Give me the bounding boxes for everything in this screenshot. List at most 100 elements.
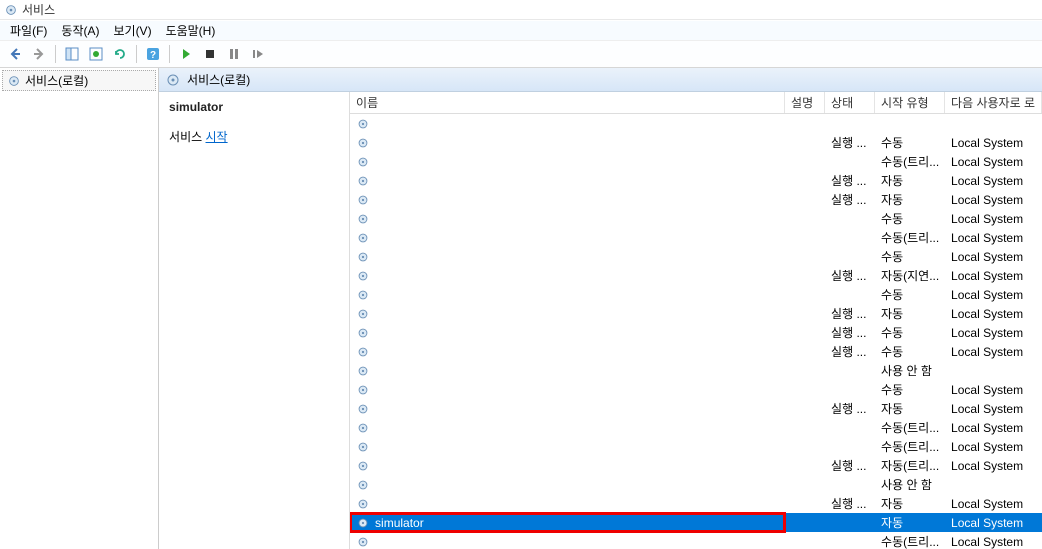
toolbar-start[interactable] (175, 43, 197, 65)
service-startup-cell: 자동 (875, 513, 945, 532)
service-logon-cell (945, 361, 1042, 380)
service-logon-cell: Local System (945, 304, 1042, 323)
tree-item-label: 서비스(로컬) (25, 72, 88, 89)
service-row[interactable]: 수동(트리...Local System (350, 437, 1042, 456)
service-desc-cell (785, 361, 825, 380)
service-status-cell: 실행 ... (825, 266, 875, 285)
service-desc-cell (785, 152, 825, 171)
service-status-cell (825, 209, 875, 228)
toolbar-refresh[interactable] (109, 43, 131, 65)
gear-icon (356, 117, 370, 131)
service-row[interactable]: 실행 ...자동(트리...Local System (350, 456, 1042, 475)
column-header-status[interactable]: 상태 (825, 92, 875, 113)
gear-icon (356, 459, 370, 473)
service-row[interactable] (350, 114, 1042, 133)
service-desc-cell (785, 285, 825, 304)
gear-icon (356, 174, 370, 188)
service-desc-cell (785, 418, 825, 437)
toolbar-forward[interactable] (28, 43, 50, 65)
service-logon-cell: Local System (945, 437, 1042, 456)
service-row[interactable]: 실행 ...자동Local System (350, 399, 1042, 418)
service-logon-cell: Local System (945, 418, 1042, 437)
gear-icon (356, 535, 370, 549)
toolbar-show-hide-tree[interactable] (61, 43, 83, 65)
service-row[interactable]: 실행 ...자동Local System (350, 304, 1042, 323)
service-logon-cell: Local System (945, 133, 1042, 152)
service-row[interactable]: 수동(트리...Local System (350, 228, 1042, 247)
service-logon-cell: Local System (945, 209, 1042, 228)
menu-help[interactable]: 도움말(H) (160, 21, 222, 40)
toolbar-export-list[interactable] (85, 43, 107, 65)
service-row[interactable]: 수동(트리...Local System (350, 152, 1042, 171)
service-row[interactable]: 수동Local System (350, 247, 1042, 266)
service-row[interactable]: 수동Local System (350, 209, 1042, 228)
service-logon-cell: Local System (945, 171, 1042, 190)
service-desc-cell (785, 399, 825, 418)
service-row[interactable]: 수동Local System (350, 285, 1042, 304)
column-header-name[interactable]: 이름 (350, 92, 785, 113)
column-header-startup[interactable]: 시작 유형 (875, 92, 945, 113)
service-logon-cell: Local System (945, 399, 1042, 418)
service-logon-cell: Local System (945, 456, 1042, 475)
service-row[interactable]: 수동Local System (350, 380, 1042, 399)
service-desc-cell (785, 209, 825, 228)
detail-service-name: simulator (169, 100, 339, 114)
service-list[interactable]: 실행 ...수동Local System수동(트리...Local System… (350, 114, 1042, 549)
tree-item-services-local[interactable]: 서비스(로컬) (2, 70, 156, 91)
service-desc-cell (785, 323, 825, 342)
column-header-logon[interactable]: 다음 사용자로 로 (945, 92, 1042, 113)
service-startup-cell: 수동 (875, 247, 945, 266)
service-status-cell (825, 152, 875, 171)
service-startup-cell: 수동 (875, 323, 945, 342)
service-startup-cell: 자동 (875, 494, 945, 513)
toolbar-stop[interactable] (199, 43, 221, 65)
service-status-cell (825, 114, 875, 133)
service-startup-cell: 수동 (875, 209, 945, 228)
service-row[interactable]: 사용 안 함 (350, 475, 1042, 494)
toolbar-pause[interactable] (223, 43, 245, 65)
service-startup-cell: 수동 (875, 285, 945, 304)
service-logon-cell: Local System (945, 380, 1042, 399)
service-status-cell (825, 361, 875, 380)
service-row[interactable]: 수동(트리...Local System (350, 532, 1042, 549)
service-startup-cell: 수동(트리... (875, 418, 945, 437)
service-status-cell (825, 513, 875, 532)
service-logon-cell: Local System (945, 494, 1042, 513)
service-desc-cell (785, 190, 825, 209)
content-area: 서비스(로컬) 서비스(로컬) simulator 서비스 시작 이름 설명 (0, 68, 1042, 549)
toolbar-help[interactable]: ? (142, 43, 164, 65)
service-desc-cell (785, 133, 825, 152)
menu-view[interactable]: 보기(V) (107, 21, 157, 40)
service-status-cell: 실행 ... (825, 133, 875, 152)
service-row[interactable]: 실행 ...수동Local System (350, 342, 1042, 361)
service-logon-cell: Local System (945, 228, 1042, 247)
service-startup-cell: 자동(지연... (875, 266, 945, 285)
service-row[interactable]: 실행 ...자동(지연...Local System (350, 266, 1042, 285)
svg-text:?: ? (150, 50, 156, 61)
start-link[interactable]: 시작 (206, 130, 228, 144)
service-logon-cell (945, 475, 1042, 494)
service-row[interactable]: 사용 안 함 (350, 361, 1042, 380)
toolbar-back[interactable] (4, 43, 26, 65)
service-logon-cell: Local System (945, 513, 1042, 532)
menu-action[interactable]: 동작(A) (55, 21, 105, 40)
service-status-cell (825, 285, 875, 304)
service-row[interactable]: 수동(트리...Local System (350, 418, 1042, 437)
service-row-selected[interactable]: simulator자동Local System (350, 513, 1042, 532)
service-row[interactable]: 실행 ...수동Local System (350, 133, 1042, 152)
service-status-cell: 실행 ... (825, 342, 875, 361)
gear-icon (356, 516, 370, 530)
service-row[interactable]: 실행 ...자동Local System (350, 494, 1042, 513)
service-startup-cell: 자동 (875, 304, 945, 323)
gear-icon (356, 440, 370, 454)
column-header-description[interactable]: 설명 (785, 92, 825, 113)
service-row[interactable]: 실행 ...자동Local System (350, 190, 1042, 209)
toolbar-restart[interactable] (247, 43, 269, 65)
gear-icon (356, 307, 370, 321)
menu-file[interactable]: 파일(F) (4, 21, 53, 40)
service-row[interactable]: 실행 ...자동Local System (350, 171, 1042, 190)
toolbar-separator (136, 45, 137, 63)
gear-icon (356, 288, 370, 302)
service-desc-cell (785, 513, 825, 532)
service-row[interactable]: 실행 ...수동Local System (350, 323, 1042, 342)
